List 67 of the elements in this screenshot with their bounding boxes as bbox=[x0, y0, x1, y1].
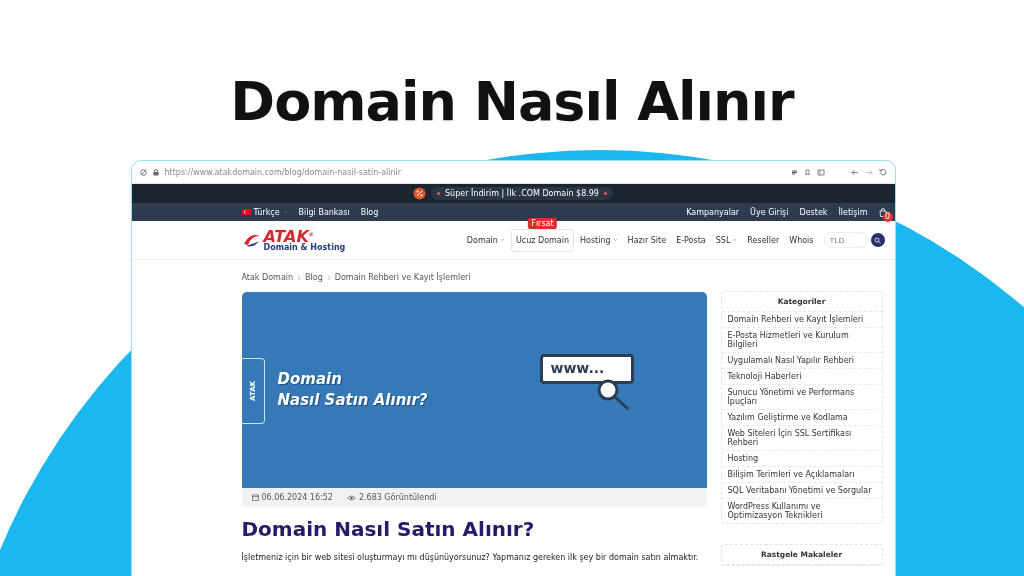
promo-banner[interactable]: Süper İndirim | İlk .COM Domain $8.99 bbox=[431, 187, 613, 200]
reload-icon[interactable] bbox=[878, 168, 887, 176]
chevron-icon bbox=[282, 210, 288, 214]
back-icon[interactable] bbox=[850, 168, 859, 176]
top-link[interactable]: İletişim bbox=[838, 207, 868, 217]
sidebar-icon[interactable] bbox=[816, 168, 825, 176]
category-link[interactable]: Uygulamalı Nasıl Yapılır Rehberi bbox=[721, 353, 882, 369]
logo-tagline: Domain & Hosting bbox=[263, 243, 346, 253]
nav-link[interactable]: Ucuz Domain bbox=[510, 228, 574, 252]
deal-badge: Fırsat bbox=[528, 217, 557, 229]
url-box: www... bbox=[539, 354, 634, 384]
category-link[interactable]: SQL Veritabanı Yönetimi ve Sorgular bbox=[721, 483, 882, 499]
nav-link[interactable]: Hazır Site bbox=[623, 229, 671, 251]
category-link[interactable]: Bilişim Terimleri ve Açıklamaları bbox=[721, 467, 882, 483]
banner-title: Domain bbox=[277, 369, 343, 390]
dot-icon bbox=[437, 192, 441, 195]
nav-link[interactable]: Domain bbox=[462, 229, 509, 251]
calendar-icon bbox=[251, 494, 259, 501]
address-bar[interactable]: https://www.atakdomain.com/blog/domain-nasil-satin-alinir bbox=[164, 167, 785, 177]
chevron-icon bbox=[732, 238, 738, 242]
reader-icon[interactable] bbox=[790, 168, 798, 176]
search-icon bbox=[874, 236, 881, 244]
search-button[interactable] bbox=[870, 233, 885, 247]
bookmark-icon[interactable] bbox=[803, 168, 811, 176]
logo-text: ATAK$^{®}$ bbox=[263, 227, 314, 244]
top-link[interactable]: Bilgi Bankası bbox=[298, 207, 350, 217]
nav-link[interactable]: Reseller bbox=[743, 229, 784, 251]
top-link[interactable]: Blog bbox=[360, 207, 379, 217]
language-selector[interactable]: Türkçe bbox=[253, 207, 280, 217]
cart-icon[interactable] bbox=[878, 207, 887, 217]
dot-icon bbox=[603, 192, 607, 195]
chevron-icon bbox=[326, 274, 331, 281]
top-link[interactable]: Destek bbox=[799, 207, 828, 217]
category-link[interactable]: Yazılım Geliştirme ve Kodlama bbox=[721, 410, 882, 426]
nav-link[interactable]: E-Posta bbox=[672, 229, 710, 251]
nav-link[interactable]: Hosting bbox=[576, 229, 622, 251]
category-link[interactable]: Sunucu Yönetimi ve Performans İpuçları bbox=[721, 385, 882, 410]
nav-link[interactable]: SSL bbox=[711, 229, 742, 251]
banner-subtitle: Nasıl Satın Alınır? bbox=[277, 390, 428, 411]
breadcrumb-link[interactable]: Blog bbox=[305, 273, 323, 282]
category-link[interactable]: Hosting bbox=[721, 451, 882, 467]
promo-text: Süper İndirim | İlk .COM Domain $8.99 bbox=[445, 189, 599, 198]
lock-icon bbox=[152, 168, 159, 176]
article-title: Domain Nasıl Satın Alınır? bbox=[241, 517, 536, 541]
nav-link[interactable]: Whois bbox=[785, 229, 818, 251]
top-link[interactable]: Kampanyalar bbox=[686, 207, 740, 217]
flag-icon bbox=[241, 209, 251, 215]
cart-count: 0 bbox=[882, 211, 893, 222]
search-field[interactable]: TLD bbox=[823, 232, 868, 248]
eye-icon bbox=[346, 494, 356, 501]
chevron-icon bbox=[499, 238, 505, 242]
magnifier-icon bbox=[595, 378, 632, 412]
breadcrumb-link[interactable]: Domain Rehberi ve Kayıt İşlemleri bbox=[334, 273, 471, 282]
chevron-icon bbox=[612, 238, 618, 242]
chevron-icon bbox=[297, 274, 302, 281]
discount-icon bbox=[413, 187, 427, 200]
category-link[interactable]: E-Posta Hizmetleri ve Kurulum Bilgileri bbox=[721, 328, 882, 353]
top-link[interactable]: Üye Girişi bbox=[750, 207, 789, 217]
headline: Domain Nasıl Alınır bbox=[230, 72, 794, 135]
article-intro: İşletmeniz için bir web sitesi oluşturmayı mı düşünüyorsunuz? Yapmanız gereken ilk şey bir domain satın almaktır. bbox=[241, 553, 700, 562]
breadcrumb-link[interactable]: Atak Domain bbox=[241, 273, 294, 282]
category-link[interactable]: WordPress Kullanımı ve Optimizasyon Teknikleri bbox=[721, 499, 882, 523]
category-link[interactable]: Domain Rehberi ve Kayıt İşlemleri bbox=[721, 312, 882, 328]
view-count: 2.683 Görüntülendi bbox=[358, 493, 437, 502]
category-link[interactable]: Teknoloji Haberleri bbox=[721, 369, 882, 385]
post-date: 06.06.2024 16:52 bbox=[261, 493, 333, 502]
category-link[interactable]: Web Siteleri İçin SSL Sertifikası Rehberi bbox=[721, 426, 882, 451]
